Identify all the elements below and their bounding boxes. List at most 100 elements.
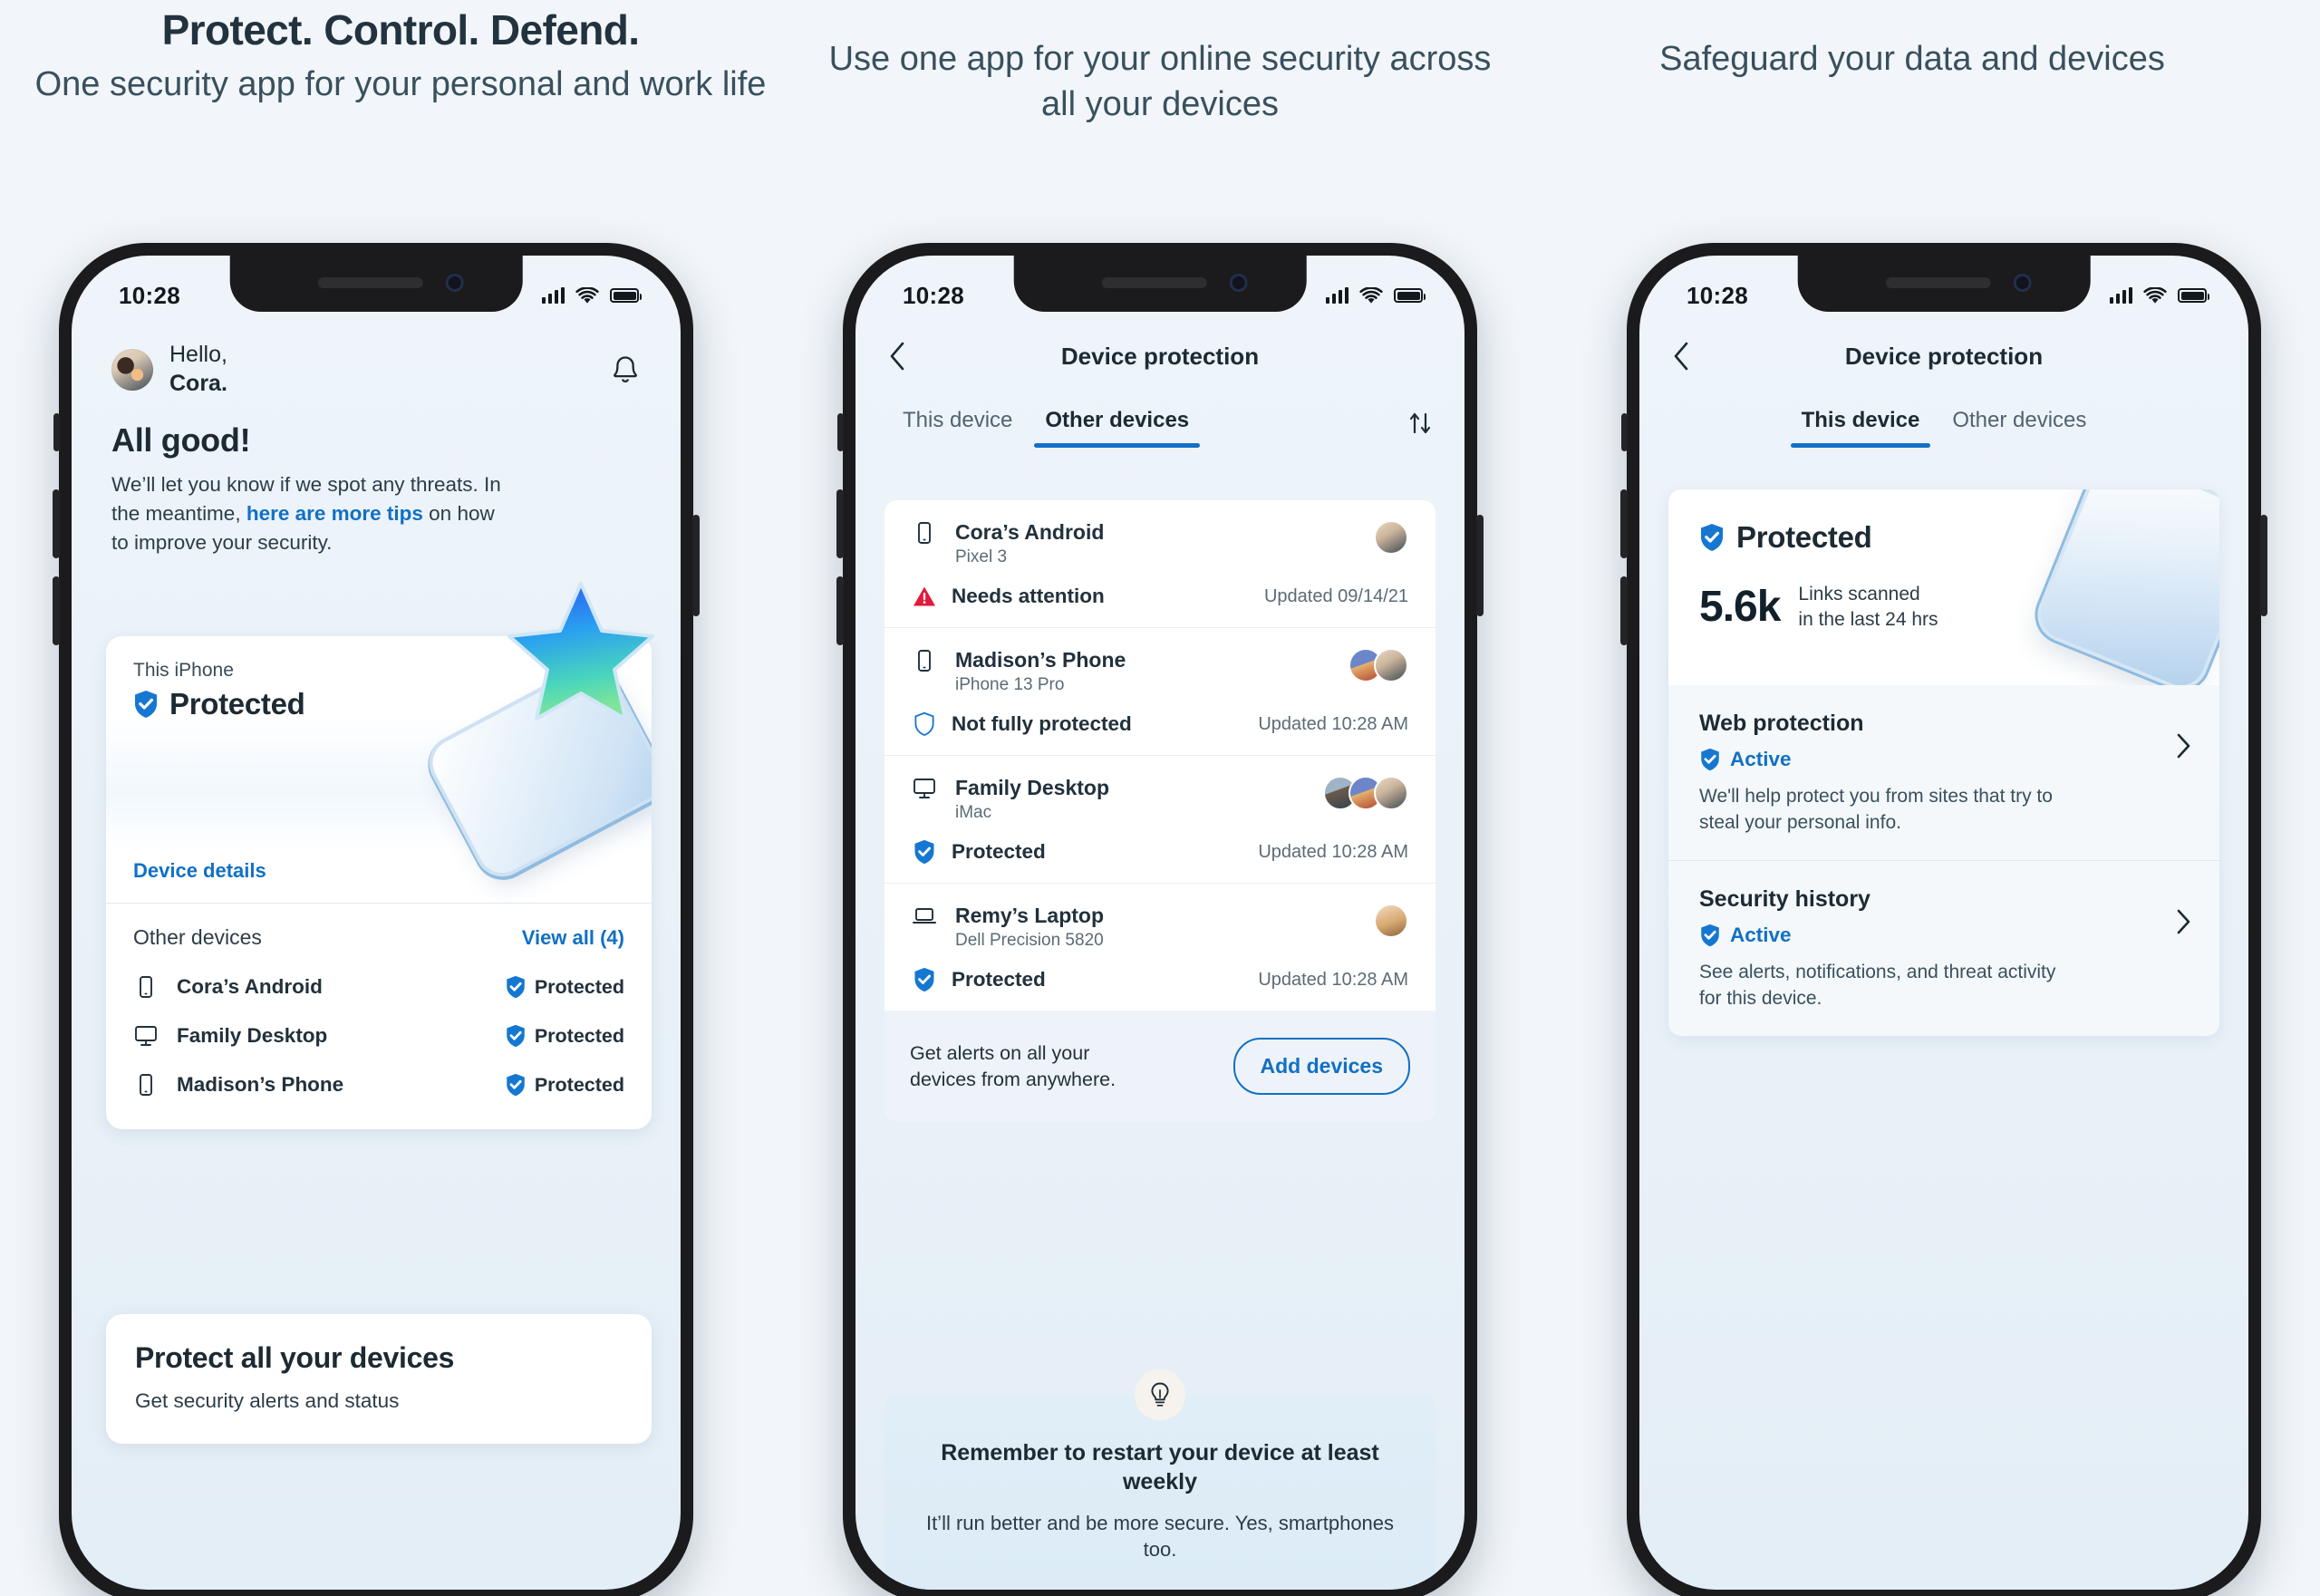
device-details-link[interactable]: Device details [106, 852, 652, 903]
more-tips-link[interactable]: here are more tips [246, 502, 423, 525]
phone3-tabs: This device Other devices [1639, 399, 2248, 448]
protection-hero: Protected 5.6k Links scanned in the last… [1668, 489, 2219, 685]
tab-this-device[interactable]: This device [886, 399, 1029, 448]
column-1-subtitle: One security app for your personal and w… [34, 64, 767, 103]
device-updated: Updated 10:28 AM [1258, 713, 1408, 734]
poster-canvas: Protect. Control. Defend. One security a… [0, 0, 2320, 1596]
list-item[interactable]: Cora’s Android Protected [106, 962, 652, 1011]
view-all-link[interactable]: View all (4) [522, 926, 624, 950]
chevron-left-icon[interactable] [886, 341, 910, 372]
device-status-label: Protected [534, 975, 624, 998]
phone3-navbar: Device protection [1639, 321, 2248, 372]
device-status-label: Protected [952, 968, 1046, 991]
add-devices-button[interactable]: Add devices [1232, 1038, 1410, 1095]
tab-other-devices[interactable]: Other devices [1936, 399, 2102, 448]
column-1-title: Protect. Control. Defend. [161, 6, 640, 53]
section-description: We'll help protect you from sites that t… [1699, 786, 2053, 833]
device-status-label: Not fully protected [952, 712, 1132, 735]
shield-check-icon [1701, 748, 1719, 771]
phone2-navbar: Device protection [856, 321, 1464, 372]
phone2-mute-switch [837, 413, 844, 451]
device-status-label: Needs attention [952, 585, 1105, 607]
protect-all-devices-card[interactable]: Protect all your devices Get security al… [106, 1314, 652, 1444]
device-owner-avatars [1323, 776, 1408, 810]
chevron-left-icon[interactable] [1670, 341, 1694, 372]
desktop-icon [914, 779, 935, 798]
protection-status-label: Protected [1736, 520, 1872, 554]
signal-bars-icon [542, 287, 565, 304]
list-item[interactable]: Madison’s Phone Protected [106, 1060, 652, 1109]
star-illustration-icon [508, 582, 654, 720]
stat-description: Links scanned in the last 24 hrs [1798, 582, 1938, 632]
tab-other-devices[interactable]: Other devices [1029, 399, 1205, 448]
section-web-protection[interactable]: Web protection Active We'll help protect… [1668, 685, 2219, 860]
device-name: Madison’s Phone [955, 648, 1126, 672]
stat-value: 5.6k [1699, 583, 1781, 631]
shield-check-icon [914, 839, 934, 865]
device-updated: Updated 10:28 AM [1258, 969, 1408, 990]
stat-desc-line-1: Links scanned [1798, 584, 1920, 605]
device-model: Dell Precision 5820 [955, 931, 1104, 950]
shield-outline-icon [914, 711, 934, 737]
device-list: Cora’s Android Pixel 3 Needs attention U… [884, 500, 1436, 1122]
phone3-mute-switch [1621, 413, 1628, 451]
shield-check-icon [507, 975, 525, 999]
greeting-line-1: Hello, [169, 342, 227, 367]
tab-this-device[interactable]: This device [1785, 399, 1937, 448]
device-model: iMac [955, 803, 992, 822]
phone-mockup-2: 10:28 Device protection This device Othe… [836, 243, 1484, 1596]
device-status-label: Protected [952, 840, 1046, 863]
avatar [1374, 776, 1408, 810]
tip-card[interactable]: Remember to restart your device at least… [884, 1369, 1436, 1590]
section-security-history[interactable]: Security history Active See alerts, noti… [1668, 859, 2219, 1036]
status-summary: All good! We’ll let you know if we spot … [72, 398, 681, 557]
device-owner-avatars [1348, 648, 1408, 682]
this-device-status-label: Protected [169, 687, 305, 721]
other-devices-label: Other devices [133, 925, 262, 949]
wifi-icon [2143, 286, 2167, 304]
table-row[interactable]: Family Desktop iMac Protected Updated 10… [884, 755, 1436, 883]
device-status: Protected [505, 975, 624, 999]
wifi-icon [575, 286, 599, 304]
add-devices-text: Get alerts on all your devices from anyw… [910, 1041, 1116, 1090]
device-name: Family Desktop [177, 1024, 328, 1047]
phone2-volume-up [836, 489, 844, 558]
shield-check-icon [1701, 524, 1723, 551]
add-devices-bar: Get alerts on all your devices from anyw… [884, 1011, 1436, 1122]
this-device-detail-card: Protected 5.6k Links scanned in the last… [1668, 489, 2219, 1036]
phone1-volume-down [53, 576, 60, 645]
bell-icon[interactable] [610, 353, 641, 387]
avatar [1374, 520, 1408, 555]
lightbulb-icon [1135, 1369, 1185, 1420]
device-model: Pixel 3 [955, 547, 1008, 566]
phone3-volume-up [1620, 489, 1628, 558]
tip-body: It’ll run better and be more secure. Yes… [925, 1511, 1395, 1561]
shield-check-icon [507, 1073, 525, 1097]
chevron-right-icon[interactable] [2176, 908, 2192, 935]
device-status-label: Protected [534, 1024, 624, 1047]
phone1-volume-up [53, 489, 60, 558]
table-row[interactable]: Cora’s Android Pixel 3 Needs attention U… [884, 500, 1436, 627]
list-item[interactable]: Family Desktop Protected [106, 1011, 652, 1060]
phone2-notch [1013, 256, 1307, 312]
device-status-label: Protected [534, 1073, 624, 1096]
status-clock: 10:28 [1687, 281, 1748, 309]
stat-desc-line-2: in the last 24 hrs [1798, 608, 1938, 630]
device-name: Cora’s Android [177, 975, 323, 998]
device-illustration-icon [2034, 489, 2219, 685]
signal-bars-icon [2110, 287, 2132, 304]
device-list-card: Cora’s Android Pixel 3 Needs attention U… [884, 500, 1436, 1011]
column-3-subtitle: Safeguard your data and devices [1659, 40, 2165, 78]
device-name: Madison’s Phone [177, 1073, 344, 1096]
battery-full-icon [2178, 288, 2209, 303]
phone-icon [140, 976, 152, 998]
promo-title: Protect all your devices [135, 1341, 455, 1374]
avatar[interactable] [111, 348, 153, 391]
table-row[interactable]: Madison’s Phone iPhone 13 Pro Not fully … [884, 627, 1436, 755]
sort-arrows-icon[interactable] [1406, 410, 1434, 437]
status-clock: 10:28 [903, 281, 964, 309]
chevron-right-icon[interactable] [2176, 732, 2192, 759]
table-row[interactable]: Remy’s Laptop Dell Precision 5820 Protec… [884, 883, 1436, 1011]
laptop-icon [912, 908, 937, 924]
page-title: All good! [111, 421, 251, 459]
